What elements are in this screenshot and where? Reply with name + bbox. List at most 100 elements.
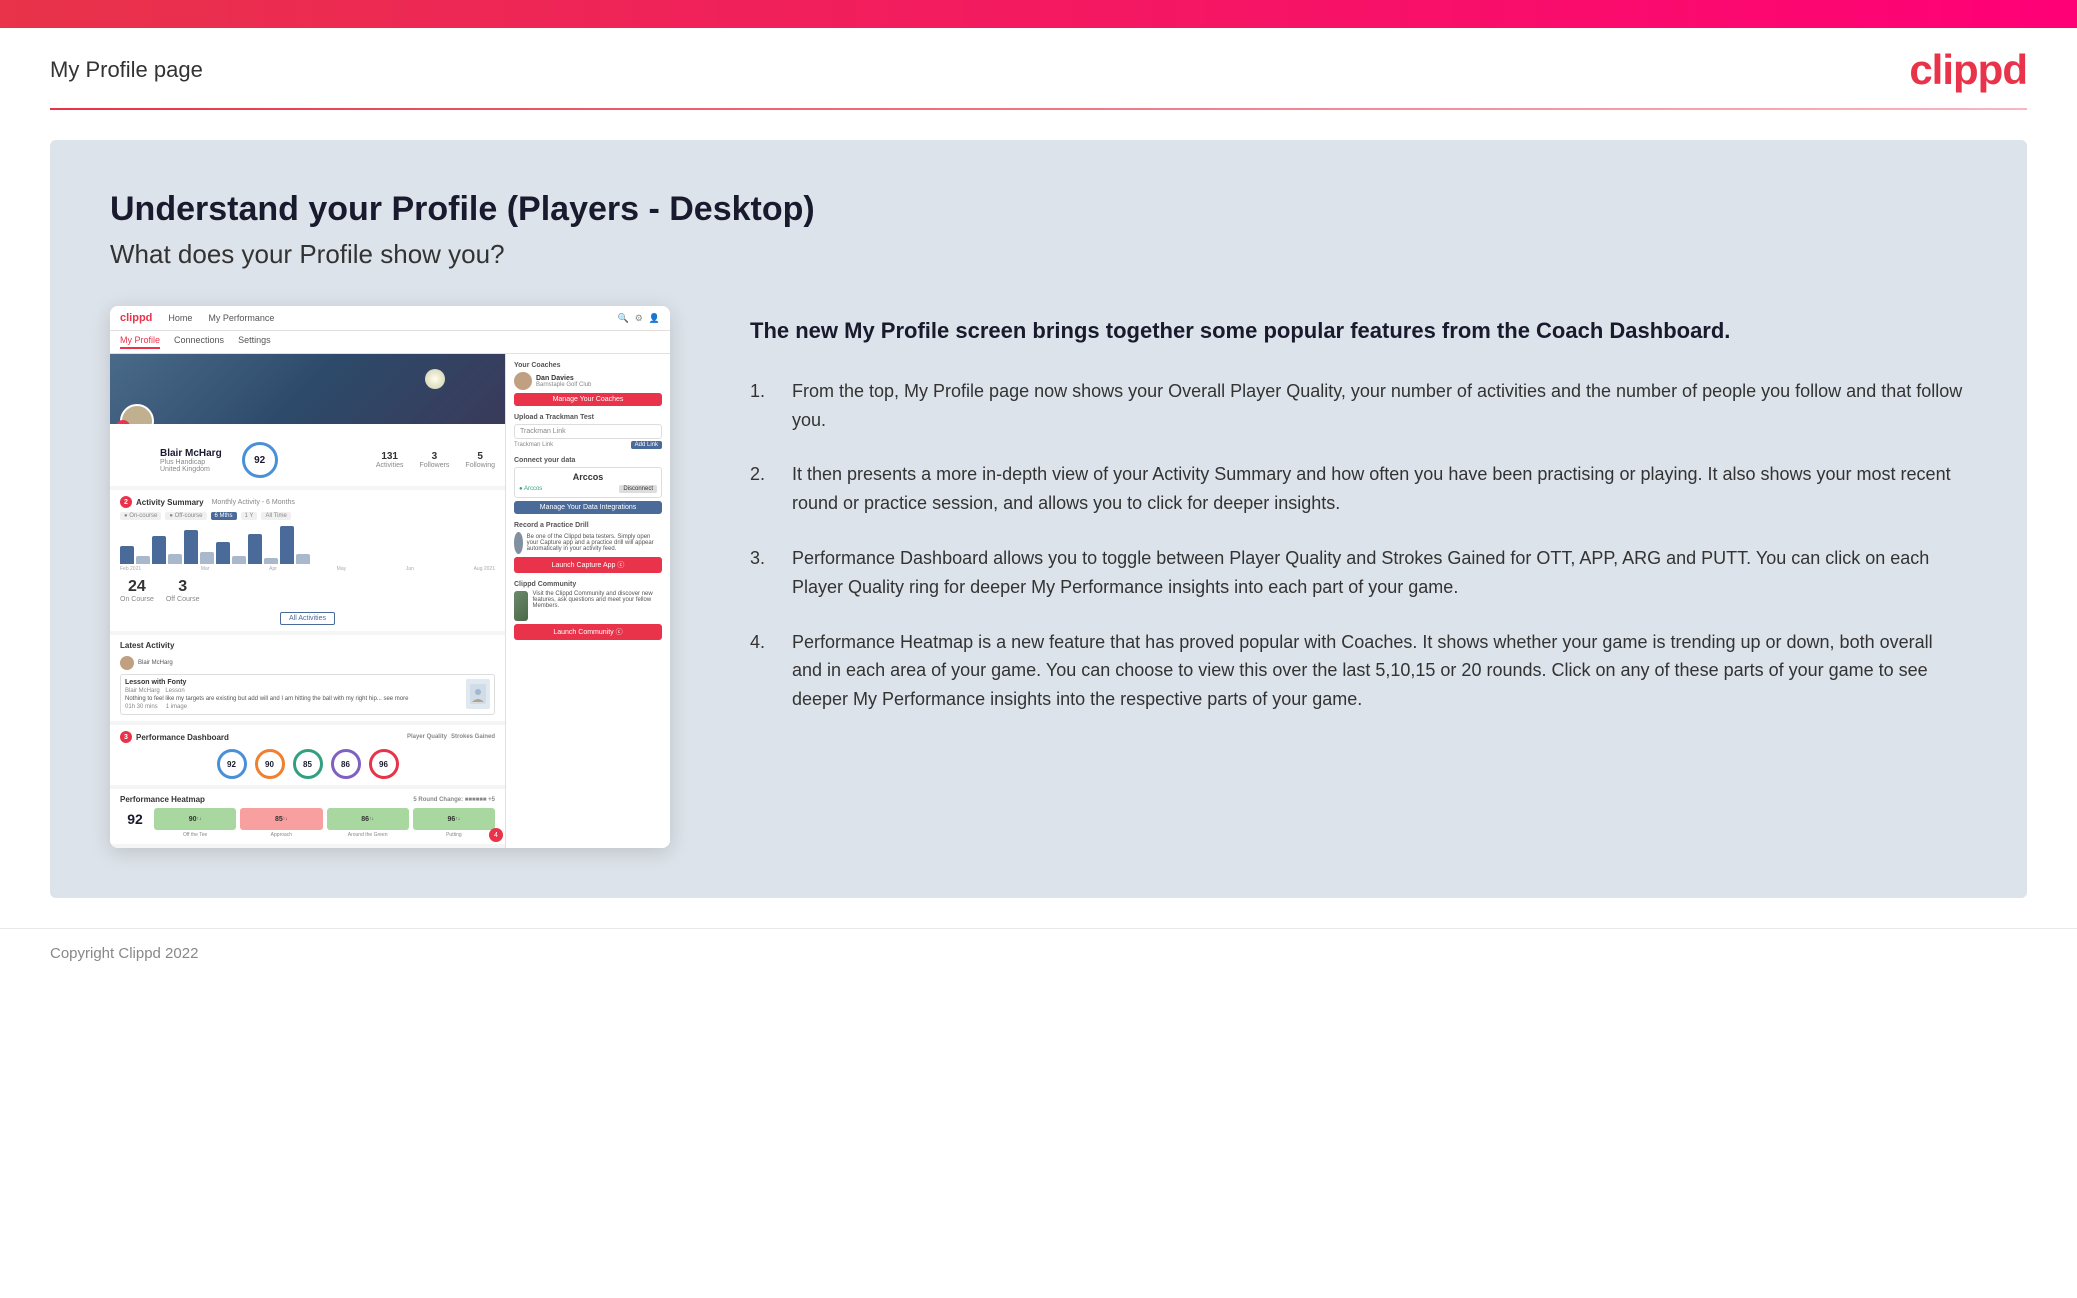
description-column: The new My Profile screen brings togethe… [750,306,1967,740]
course-stats: 24 On Course 3 Off Course [120,578,495,603]
activity-subtitle: Monthly Activity - 6 Months [212,499,295,506]
mockup-body: 1 Blair McHarg Plus Handicap United King… [110,354,670,848]
list-num-1: 1. [750,377,776,435]
launch-community-btn[interactable]: Launch Community ⓒ [514,624,662,640]
heatmap-app: 85 ↑↓ [240,808,322,830]
practice-text: Be one of the Clippd beta testers. Simpl… [527,534,662,552]
label-around: Around the Green [327,832,409,838]
label-offthetee: Off the Tee [154,832,236,838]
footer: Copyright Clippd 2022 [0,928,2077,978]
community-card: Visit the Clippd Community and discover … [514,591,662,621]
lesson-media: 1 image [166,704,187,710]
trackman-add-btn[interactable]: Add Link [631,441,662,449]
label-putting: Putting [413,832,495,838]
coach-info: Dan Davies Barnstaple Golf Club [536,375,591,388]
latest-activity-title: Latest Activity [120,641,495,650]
strokes-gained-toggle[interactable]: Strokes Gained [451,734,495,740]
activity-section: 2 Activity Summary Monthly Activity - 6 … [110,490,505,631]
mockup-left-panel: 1 Blair McHarg Plus Handicap United King… [110,354,505,848]
subnav-settings: Settings [238,335,271,349]
list-text-2: It then presents a more in-depth view of… [792,460,1967,518]
list-text-4: Performance Heatmap is a new feature tha… [792,628,1967,714]
activity-player: Blair McHarg [138,660,173,666]
list-num-3: 3. [750,544,776,602]
subnav-myprofile: My Profile [120,335,160,349]
player-quality-toggle[interactable]: Player Quality [407,734,447,740]
putt-ring: 96 [369,749,399,779]
mockup-nav-home: Home [168,313,192,323]
user-icon: 👤 [649,313,660,324]
latest-activity-row: Blair McHarg [120,654,495,672]
filter-alltime: All Time [261,512,290,520]
community-text: Visit the Clippd Community and discover … [532,591,662,609]
label-feb: Feb 2021 [120,566,141,572]
chart-labels: Feb 2021 Mar Apr May Jun Aug 2021 [120,566,495,572]
mockup-logo: clippd [120,312,152,324]
list-num-2: 2. [750,460,776,518]
heatmap-controls: 5 Round Change: ■■■■■■ +5 [413,797,495,803]
practice-label: Record a Practice Drill [514,522,662,529]
manage-integrations-btn[interactable]: Manage Your Data Integrations [514,501,662,514]
copyright: Copyright Clippd 2022 [50,945,198,962]
filter-offcourse: ● Off-course [165,512,206,520]
list-text-1: From the top, My Profile page now shows … [792,377,1967,435]
coach-card: Dan Davies Barnstaple Golf Club [514,372,662,390]
filter-6mth: 6 Mths [211,512,237,520]
heatmap-putt: 96 ↑↓ [413,808,495,830]
label-may: May [337,566,346,572]
connect-card: Arccos ● Arccos Disconnect [514,467,662,498]
header-divider [50,108,2027,110]
followers-stat: 3 Followers [419,451,449,469]
heatmap-row: 92 90 ↑↓ 85 ↑↓ 86 ↑↓ [120,808,495,830]
search-icon: 🔍 [617,313,628,324]
player-handicap: Plus Handicap [160,459,222,466]
lesson-info: Lesson with Fonty Blair McHarg Lesson No… [125,679,460,710]
two-column-layout: clippd Home My Performance 🔍 ⚙ 👤 My Prof… [110,306,1967,848]
quality-ring: 92 [242,442,278,478]
player-country: United Kingdom [160,466,222,473]
bar-11 [280,526,294,564]
header: My Profile page clippd [0,28,2077,108]
badge-3: 3 [120,731,132,743]
screenshot-column: clippd Home My Performance 🔍 ⚙ 👤 My Prof… [110,306,670,848]
badge-4: 4 [489,828,503,842]
oncourse-stat: 24 On Course [120,578,154,603]
following-value: 5 [465,451,495,462]
heatmap-title: Performance Heatmap 5 Round Change: ■■■■… [120,795,495,804]
trackman-row: Trackman Link Add Link [514,441,662,449]
following-stat: 5 Following [465,451,495,469]
lesson-image [466,679,490,709]
bar-12 [296,554,310,564]
mockup-nav-icons: 🔍 ⚙ 👤 [617,313,660,324]
filter-1yr: 1 Y [241,512,258,520]
community-label: Clippd Community [514,581,662,588]
main-content: Understand your Profile (Players - Deskt… [50,140,2027,898]
label-apr: Apr [269,566,277,572]
disconnect-btn[interactable]: Disconnect [619,485,657,493]
arg-ring: 86 [331,749,361,779]
filter-oncourse: ● On-course [120,512,161,520]
list-num-4: 4. [750,628,776,714]
connected-status: ● Arccos [519,486,542,492]
performance-dashboard-section: 3 Performance Dashboard Player Quality S… [110,725,505,785]
bar-1 [120,546,134,564]
manage-coaches-btn[interactable]: Manage Your Coaches [514,393,662,406]
ring-arg: 86 [331,749,361,779]
bar-9 [248,534,262,564]
offcourse-stat: 3 Off Course [166,578,200,603]
community-image [514,591,528,621]
community-section: Clippd Community Visit the Clippd Commun… [514,581,662,640]
practice-card: Be one of the Clippd beta testers. Simpl… [514,532,662,554]
connect-name: Arccos [519,472,657,482]
mockup-nav-performance: My Performance [208,313,274,323]
bar-6 [200,552,214,564]
launch-capture-btn[interactable]: Launch Capture App ⓒ [514,557,662,573]
trackman-input[interactable]: Trackman Link [514,424,662,439]
bar-8 [232,556,246,564]
lesson-meta: 01h 30 mins 1 image [125,704,460,710]
list-text-3: Performance Dashboard allows you to togg… [792,544,1967,602]
trackman-link-label: Trackman Link [514,442,553,448]
all-activities-btn[interactable]: All Activities [280,612,335,625]
heatmap-ott: 90 ↑↓ [154,808,236,830]
content-subtitle: What does your Profile show you? [110,239,1967,270]
